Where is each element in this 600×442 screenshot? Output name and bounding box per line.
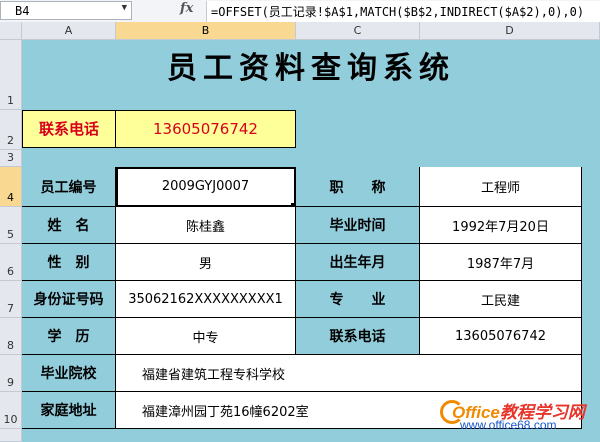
cell-reference: B4: [15, 4, 30, 18]
row-header-10[interactable]: 10: [0, 392, 22, 429]
position-value[interactable]: 工程师: [420, 167, 582, 207]
address-label[interactable]: 家庭地址: [22, 392, 116, 429]
grad-time-value[interactable]: 1992年7月20日: [420, 207, 582, 244]
row-header-6[interactable]: 6: [0, 244, 22, 281]
row-header-1[interactable]: 1: [0, 40, 22, 110]
row-header-8[interactable]: 8: [0, 318, 22, 355]
major-value[interactable]: 工民建: [420, 281, 582, 318]
fx-icon[interactable]: fx: [180, 1, 193, 16]
education-label[interactable]: 学 历: [22, 318, 116, 355]
row-header-7[interactable]: 7: [0, 281, 22, 318]
row-header-3[interactable]: 3: [0, 150, 22, 167]
function-button-area: fx: [144, 1, 204, 20]
lookup-value-cell[interactable]: 13605076742: [116, 110, 296, 148]
column-header-a[interactable]: A: [22, 22, 116, 40]
row-header-11[interactable]: [0, 429, 22, 442]
row-header-5[interactable]: 5: [0, 207, 22, 244]
birth-value[interactable]: 1987年7月: [420, 244, 582, 281]
row-header-4[interactable]: 4: [0, 167, 22, 207]
column-header-b[interactable]: B: [116, 22, 296, 40]
name-box[interactable]: B4 ▼: [0, 1, 132, 20]
site-watermark: Office教程学习网 www.office68.com: [440, 396, 600, 436]
lookup-label-cell[interactable]: 联系电话: [22, 110, 116, 148]
id-label[interactable]: 身份证号码: [22, 281, 116, 318]
gender-label[interactable]: 性 别: [22, 244, 116, 281]
emp-no-value-selected-cell[interactable]: 2009GYJ0007: [116, 167, 296, 207]
school-value[interactable]: 福建省建筑工程专科学校: [116, 355, 582, 392]
emp-no-label[interactable]: 员工编号: [22, 167, 116, 207]
page-title: 员工资料查询系统: [167, 51, 455, 86]
school-label[interactable]: 毕业院校: [22, 355, 116, 392]
column-header-d[interactable]: D: [420, 22, 600, 40]
major-label[interactable]: 专 业: [296, 281, 420, 318]
phone-label[interactable]: 联系电话: [296, 318, 420, 355]
select-all-corner[interactable]: [0, 22, 22, 40]
row-header-9[interactable]: 9: [0, 355, 22, 392]
grad-time-label[interactable]: 毕业时间: [296, 207, 420, 244]
position-label[interactable]: 职 称: [296, 167, 420, 207]
phone-value[interactable]: 13605076742: [420, 318, 582, 355]
name-value[interactable]: 陈桂鑫: [116, 207, 296, 244]
chevron-down-icon[interactable]: ▼: [122, 3, 127, 13]
name-label[interactable]: 姓 名: [22, 207, 116, 244]
formula-bar: B4 ▼ fx =OFFSET(员工记录!$A$1,MATCH($B$2,IND…: [0, 0, 600, 23]
column-header-c[interactable]: C: [296, 22, 420, 40]
watermark-url: www.office68.com: [460, 418, 557, 432]
id-value[interactable]: 35062162XXXXXXXXX1: [116, 281, 296, 318]
birth-label[interactable]: 出生年月: [296, 244, 420, 281]
education-value[interactable]: 中专: [116, 318, 296, 355]
formula-input[interactable]: =OFFSET(员工记录!$A$1,MATCH($B$2,INDIRECT($A…: [206, 1, 600, 22]
row-header-2[interactable]: 2: [0, 110, 22, 150]
gender-value[interactable]: 男: [116, 244, 296, 281]
